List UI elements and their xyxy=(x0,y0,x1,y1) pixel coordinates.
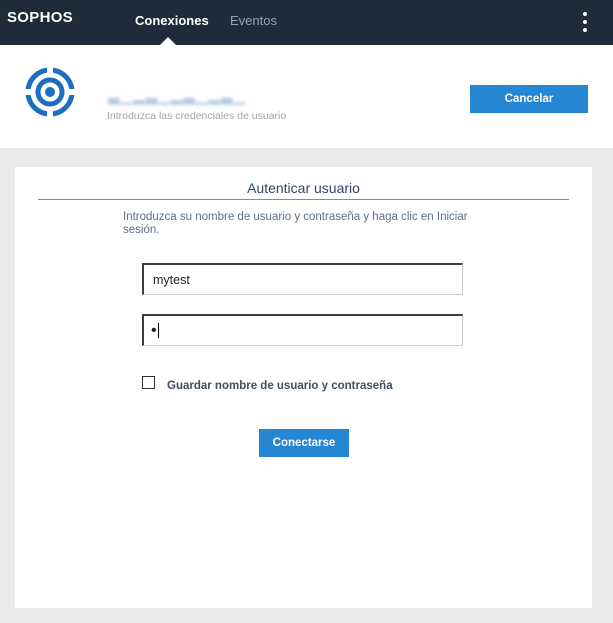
authentication-card: Autenticar usuario Introduzca su nombre … xyxy=(15,167,592,608)
auth-title: Autenticar usuario xyxy=(247,180,360,196)
connection-subtitle: Introduzca las credenciales de usuario xyxy=(107,110,287,122)
text-cursor xyxy=(157,322,159,338)
connection-header: ▃▁▂▃▁▂▃▁▂▃▁▂ Introduzca las credenciales… xyxy=(0,45,613,148)
username-value: mytest xyxy=(153,273,190,287)
top-bar: SOPHOS Conexiones Eventos xyxy=(0,0,613,45)
username-field[interactable]: mytest xyxy=(142,263,463,295)
active-tab-indicator xyxy=(160,37,176,45)
connection-name-redacted: ▃▁▂▃▁▂▃▁▂▃▁▂ xyxy=(108,88,246,105)
tab-eventos[interactable]: Eventos xyxy=(230,13,277,28)
sophos-connection-icon xyxy=(25,67,75,117)
vertical-dots-icon[interactable] xyxy=(578,11,592,33)
save-credentials-label[interactable]: Guardar nombre de usuario y contraseña xyxy=(167,380,393,392)
auth-instructions: Introduzca su nombre de usuario y contra… xyxy=(123,211,468,236)
tab-conexiones[interactable]: Conexiones xyxy=(135,13,209,28)
password-mask: • xyxy=(151,322,157,339)
sophos-logo: SOPHOS xyxy=(7,9,73,26)
save-credentials-checkbox[interactable] xyxy=(142,376,155,389)
cancel-button[interactable]: Cancelar xyxy=(470,85,588,113)
connect-button[interactable]: Conectarse xyxy=(259,429,349,457)
sophos-connect-window: SOPHOS Conexiones Eventos ▃▁▂▃▁▂▃▁▂▃▁▂ I… xyxy=(0,0,613,623)
password-field[interactable]: • xyxy=(142,314,463,346)
title-divider xyxy=(38,199,569,200)
